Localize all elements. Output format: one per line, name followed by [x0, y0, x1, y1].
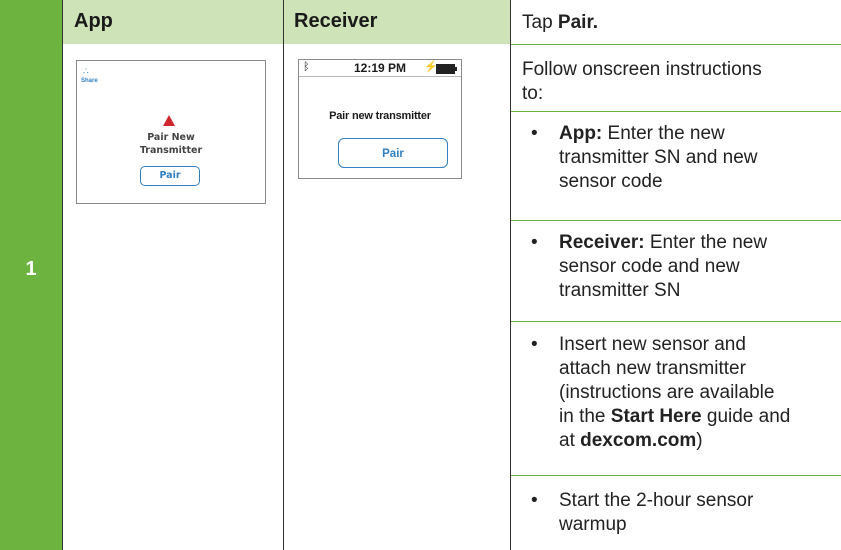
bullet-receiver-line1: Enter the new	[644, 232, 768, 253]
bullet-insert-line5-suffix: )	[696, 430, 703, 451]
tap-pair-instruction: Tap Pair.	[522, 11, 598, 35]
receiver-screenshot: ᛒ 12:19 PM ⚡ Pair new transmitter Pair	[298, 59, 462, 179]
share-label: Share	[81, 78, 98, 84]
divider	[510, 0, 511, 550]
row-divider	[511, 44, 841, 45]
instruction-table: 1 App Receiver ∴ Share Pair New Transmit…	[0, 0, 841, 550]
bullet-marker: •	[531, 232, 538, 253]
bullet-warmup-line1: Start the 2-hour sensor	[559, 490, 754, 511]
bullet-app-label: App:	[559, 123, 603, 144]
receiver-header: Receiver	[294, 10, 378, 32]
bullet-insert-line4-prefix: in the	[559, 406, 611, 427]
bullet-app-line2: transmitter SN and new	[559, 147, 758, 168]
divider	[62, 0, 63, 550]
bullet-insert-line5-prefix: at	[559, 430, 581, 451]
receiver-status-bar: ᛒ 12:19 PM ⚡	[299, 60, 461, 77]
bullet-insert-line1: Insert new sensor and	[559, 334, 746, 355]
bullet-insert-line4-suffix: guide and	[701, 406, 791, 427]
bullet-warmup: Start the 2-hour sensor warmup	[559, 489, 753, 537]
follow-line2: to:	[522, 83, 544, 104]
tap-pair-bold: Pair.	[557, 12, 599, 33]
battery-icon	[436, 64, 457, 74]
app-header: App	[74, 10, 113, 32]
bullet-receiver: Receiver: Enter the new sensor code and …	[559, 231, 767, 303]
follow-line1: Follow onscreen instructions	[522, 59, 762, 80]
app-screen-title: Pair New Transmitter	[77, 131, 265, 157]
row-divider	[511, 475, 841, 476]
warning-icon	[163, 115, 175, 126]
step-column: 1	[0, 0, 62, 550]
bullet-insert: Insert new sensor and attach new transmi…	[559, 333, 790, 453]
bullet-insert-line3: (instructions are available	[559, 382, 775, 403]
receiver-pair-button[interactable]: Pair	[338, 138, 448, 168]
app-header-cell: App	[63, 0, 283, 44]
app-title-line2: Transmitter	[139, 145, 203, 156]
dexcom-link[interactable]: dexcom.com	[580, 430, 696, 451]
follow-instruction: Follow onscreen instructions to:	[522, 58, 762, 106]
bullet-receiver-line2: sensor code and new	[559, 256, 740, 277]
share-icon: ∴	[83, 66, 89, 76]
bullet-receiver-label: Receiver:	[559, 232, 645, 253]
row-divider	[511, 111, 841, 112]
bullet-receiver-line3: transmitter SN	[559, 280, 681, 301]
receiver-screen-title: Pair new transmitter	[329, 110, 431, 122]
receiver-header-cell: Receiver	[284, 0, 510, 44]
bullet-insert-line2: attach new transmitter	[559, 358, 746, 379]
bullet-marker: •	[531, 334, 538, 355]
bullet-app-line1: Enter the new	[602, 123, 725, 144]
bullet-app-line3: sensor code	[559, 171, 663, 192]
row-divider	[511, 321, 841, 322]
bullet-app: App: Enter the new transmitter SN and ne…	[559, 122, 758, 194]
app-pair-button[interactable]: Pair	[140, 166, 200, 186]
bullet-marker: •	[531, 490, 538, 511]
app-screenshot: ∴ Share Pair New Transmitter Pair	[76, 60, 266, 204]
divider	[283, 0, 284, 550]
step-number: 1	[25, 258, 37, 280]
row-divider	[511, 220, 841, 221]
bullet-warmup-line2: warmup	[559, 514, 627, 535]
start-here-guide: Start Here	[610, 406, 702, 427]
tap-prefix: Tap	[522, 12, 558, 33]
app-title-line1: Pair New	[147, 132, 195, 143]
bullet-marker: •	[531, 123, 538, 144]
